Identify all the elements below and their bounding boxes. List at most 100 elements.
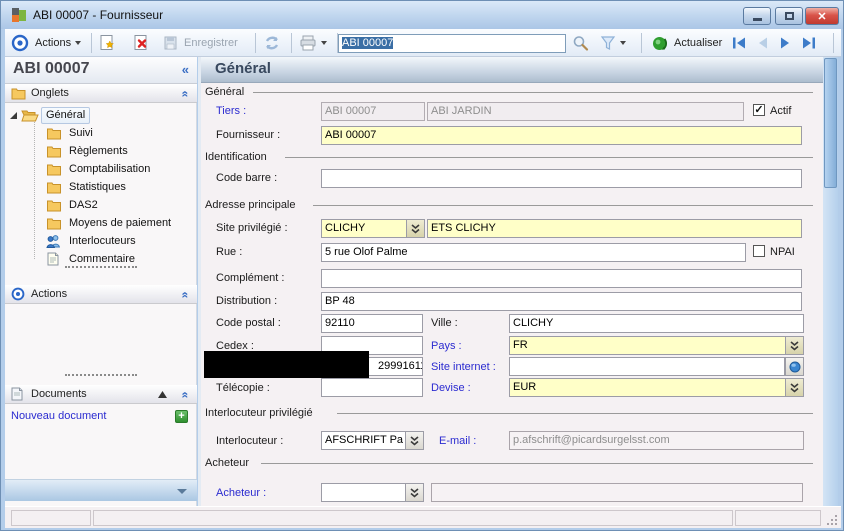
previous-record-icon-button[interactable]	[754, 33, 771, 53]
code-barre-label: Code barre :	[216, 172, 277, 184]
tree-expander-icon[interactable]	[10, 112, 17, 119]
onglets-section-header[interactable]: Onglets «	[5, 84, 197, 103]
complement-field[interactable]	[321, 269, 802, 288]
save-icon	[163, 35, 179, 51]
site-privilegie-dropdown-button[interactable]	[406, 219, 425, 238]
target-icon	[11, 33, 29, 53]
devise-combo[interactable]: EUR	[509, 378, 804, 397]
maximize-button[interactable]	[775, 7, 803, 25]
npai-label: NPAI	[770, 246, 795, 258]
actualiser-icon	[651, 35, 668, 52]
fournisseur-field[interactable]: ABI 00007	[321, 126, 802, 145]
acheteur-label[interactable]: Acheteur :	[216, 487, 266, 499]
more-panels-icon[interactable]	[177, 489, 187, 494]
tree-item-interlocuteurs[interactable]: Interlocuteurs	[5, 233, 197, 251]
pays-dropdown-button[interactable]	[785, 336, 804, 355]
interlocuteur-combo[interactable]: AFSCHRIFT Pa	[321, 431, 406, 450]
site-internet-field[interactable]	[509, 357, 785, 376]
ville-field[interactable]: CLICHY	[509, 314, 804, 333]
tiers-code-field: ABI 00007	[321, 102, 425, 121]
site-privilegie-name-field[interactable]: ETS CLICHY	[427, 219, 802, 238]
new-record-icon-button[interactable]	[99, 33, 116, 53]
devise-dropdown-button[interactable]	[785, 378, 804, 397]
rue-field[interactable]: 5 rue Olof Palme	[321, 243, 746, 262]
tree-item-das2[interactable]: DAS2	[5, 197, 197, 215]
folder-icon	[11, 87, 26, 100]
tree-item-reglements[interactable]: Règlements	[5, 143, 197, 161]
tree-item-suivi[interactable]: Suivi	[5, 125, 197, 143]
tree-item-statistiques[interactable]: Statistiques	[5, 179, 197, 197]
refresh-icon-button[interactable]	[263, 33, 281, 53]
tiers-name-field: ABI JARDIN	[427, 102, 744, 121]
group-legend-interlocuteur: Interlocuteur privilégié	[205, 407, 317, 419]
collapse-section-icon[interactable]: «	[179, 392, 193, 399]
first-record-icon-button[interactable]	[731, 33, 748, 53]
tree-item-general[interactable]: Général	[5, 107, 197, 125]
window-title: ABI 00007 - Fournisseur	[33, 8, 163, 22]
open-website-button[interactable]	[785, 357, 804, 376]
acheteur-combo[interactable]	[321, 483, 406, 502]
tree-item-label: Statistiques	[69, 181, 126, 193]
actualiser-label: Actualiser	[674, 37, 722, 49]
interlocuteur-dropdown-button[interactable]	[405, 431, 424, 450]
delete-record-icon-button[interactable]	[133, 33, 150, 53]
collapse-section-icon[interactable]: «	[179, 91, 193, 98]
folder-icon	[46, 181, 62, 194]
actif-checkbox[interactable]	[753, 104, 765, 116]
close-button[interactable]: ✕	[805, 7, 839, 25]
collapse-section-icon[interactable]: «	[179, 292, 193, 299]
minimize-button[interactable]	[743, 7, 771, 25]
save-label: Enregistrer	[184, 37, 238, 49]
new-document-link[interactable]: Nouveau document	[11, 410, 106, 422]
pays-combo[interactable]: FR	[509, 336, 804, 355]
tree-item-moyens-de-paiement[interactable]: Moyens de paiement	[5, 215, 197, 233]
panel-splitter[interactable]	[65, 374, 137, 376]
status-panel-3	[735, 510, 821, 526]
collapse-sidebar-icon[interactable]: «	[182, 62, 189, 77]
next-record-icon-button[interactable]	[777, 33, 794, 53]
refresh-list-button[interactable]: Actualiser	[651, 33, 722, 53]
printer-icon	[299, 35, 317, 51]
rue-label: Rue :	[216, 246, 242, 258]
vertical-scrollbar[interactable]	[823, 57, 838, 506]
telecopie-field[interactable]	[321, 378, 423, 397]
print-button[interactable]	[299, 33, 327, 53]
scrollbar-thumb[interactable]	[824, 58, 837, 188]
acheteur-dropdown-button[interactable]	[405, 483, 424, 502]
search-icon-button[interactable]	[572, 33, 589, 53]
record-search-input[interactable]: ABI 00007	[338, 34, 566, 53]
titlebar: ABI 00007 - Fournisseur ✕	[1, 1, 844, 29]
fournisseur-label: Fournisseur :	[216, 129, 280, 141]
code-barre-field[interactable]	[321, 169, 802, 188]
group-line	[261, 463, 813, 464]
npai-checkbox[interactable]	[753, 245, 765, 257]
email-label[interactable]: E-mail :	[439, 435, 476, 447]
actions-section-header[interactable]: Actions «	[5, 285, 197, 304]
group-legend-acheteur: Acheteur	[205, 457, 253, 469]
site-privilegie-combo[interactable]: CLICHY	[321, 219, 407, 238]
filter-button[interactable]	[600, 33, 626, 53]
site-internet-label[interactable]: Site internet :	[431, 361, 496, 373]
add-document-button[interactable]: +	[175, 410, 188, 423]
resize-grip[interactable]	[825, 513, 837, 525]
tiers-label[interactable]: Tiers :	[216, 105, 246, 117]
acheteur-name-field	[431, 483, 803, 502]
page-title: Général	[215, 60, 271, 77]
tree-item-label: Suivi	[69, 127, 93, 139]
tree-item-label: Moyens de paiement	[69, 217, 171, 229]
sort-up-icon[interactable]	[158, 391, 167, 398]
double-chevron-down-icon	[410, 436, 419, 446]
chevron-down-icon	[321, 41, 327, 45]
tree-item-comptabilisation[interactable]: Comptabilisation	[5, 161, 197, 179]
pays-label[interactable]: Pays :	[431, 340, 462, 352]
panel-splitter[interactable]	[65, 266, 137, 268]
actions-menu-button[interactable]: Actions	[35, 33, 81, 53]
distribution-field[interactable]: BP 48	[321, 292, 802, 311]
note-icon	[47, 252, 59, 266]
save-button[interactable]: Enregistrer	[163, 33, 238, 53]
devise-label[interactable]: Devise :	[431, 382, 471, 394]
last-record-icon-button[interactable]	[800, 33, 817, 53]
document-icon	[11, 387, 23, 401]
code-postal-field[interactable]: 92110	[321, 314, 423, 333]
documents-section-header[interactable]: Documents «	[5, 385, 197, 404]
